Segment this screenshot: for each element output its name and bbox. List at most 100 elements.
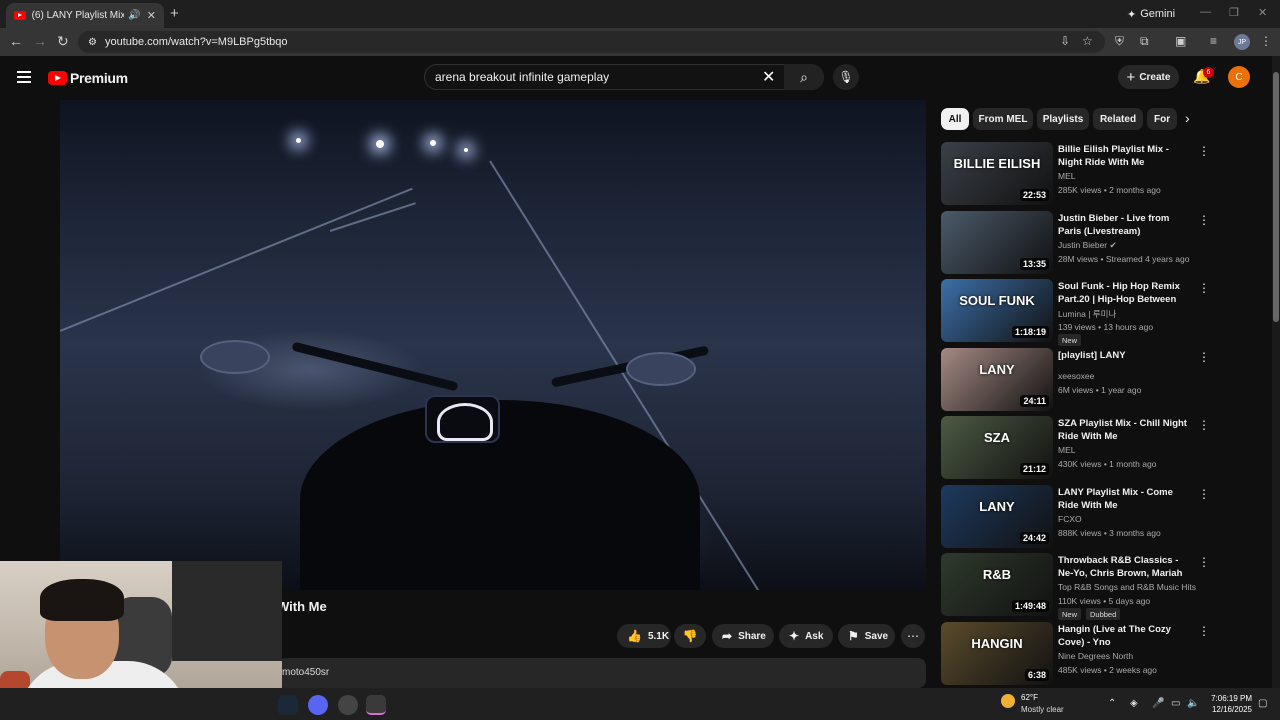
mic-tray-icon[interactable]: 🎤 — [1152, 698, 1164, 709]
recommendation-title[interactable]: Justin Bieber - Live from Paris (Livestr… — [1058, 212, 1193, 238]
extensions-puzzle-icon[interactable]: ⧉ — [1140, 34, 1149, 49]
weather-moon-icon[interactable] — [1001, 694, 1015, 708]
dislike-button[interactable]: 👎 — [674, 624, 706, 648]
like-button[interactable]: 👍 5.1K — [617, 624, 671, 648]
duration-badge: 24:11 — [1020, 395, 1049, 407]
speaker-icon[interactable]: 🔊 — [128, 10, 140, 21]
road-marking — [60, 187, 413, 332]
recommendation-title[interactable]: SZA Playlist Mix - Chill Night Ride With… — [1058, 417, 1193, 443]
shield-extension-icon[interactable]: ⛨ — [1115, 34, 1124, 49]
forward-icon[interactable]: → — [33, 33, 47, 49]
recommendation-title[interactable]: LANY Playlist Mix - Come Ride With Me — [1058, 486, 1193, 512]
bookmark-star-icon[interactable]: ☆ — [1082, 34, 1093, 48]
channel-name[interactable]: MEL — [1058, 171, 1075, 181]
channel-name[interactable]: Top R&B Songs and R&B Music Hits — [1058, 582, 1196, 592]
share-button[interactable]: ➦ Share — [712, 624, 774, 648]
video-thumbnail[interactable]: 13:35 — [941, 211, 1053, 274]
clear-search-icon[interactable]: ✕ — [762, 67, 775, 87]
recommendation-title[interactable]: Throwback R&B Classics - Ne-Yo, Chris Br… — [1058, 554, 1193, 580]
recommendation-card[interactable]: 13:35 Justin Bieber - Live from Paris (Li… — [941, 211, 1210, 275]
window-close-icon[interactable]: ✕ — [1258, 6, 1267, 19]
app-taskbar-icon[interactable] — [338, 695, 358, 715]
recommendation-title[interactable]: [playlist] LANY — [1058, 349, 1193, 362]
save-button[interactable]: ⚑ Save — [838, 624, 895, 648]
tray-app-icon[interactable]: ◈ — [1130, 698, 1138, 709]
back-icon[interactable]: ← — [9, 33, 23, 49]
tab-close-icon[interactable]: ✕ — [147, 9, 156, 22]
more-vertical-icon[interactable]: ⋮ — [1198, 418, 1210, 432]
more-vertical-icon[interactable]: ⋮ — [1198, 281, 1210, 295]
more-vertical-icon[interactable]: ⋮ — [1198, 487, 1210, 501]
recommendation-card[interactable]: SOUL FUNK 1:18:19 Soul Funk - Hip Hop Remi… — [941, 279, 1210, 346]
more-vertical-icon[interactable]: ⋮ — [1198, 555, 1210, 569]
notification-center-icon[interactable]: ▢ — [1258, 698, 1267, 709]
channel-name[interactable]: xeesoxee — [1058, 371, 1094, 381]
install-app-icon[interactable]: ⇩ — [1060, 34, 1070, 48]
channel-name[interactable]: Justin Bieber ✔ — [1058, 240, 1117, 251]
channel-name[interactable]: MEL — [1058, 445, 1075, 455]
restore-icon[interactable]: ❐ — [1229, 6, 1239, 19]
more-vertical-icon[interactable]: ⋮ — [1198, 144, 1210, 158]
create-button[interactable]: + Create — [1118, 65, 1179, 89]
reload-icon[interactable]: ↻ — [57, 33, 69, 50]
chip-for-you[interactable]: For — [1147, 108, 1177, 130]
more-vertical-icon[interactable]: ⋮ — [1198, 624, 1210, 638]
channel-name[interactable]: Lumina | 루미나 — [1058, 308, 1116, 320]
description-box[interactable] — [277, 658, 926, 688]
chip-all[interactable]: All — [941, 108, 969, 130]
media-control-icon[interactable]: ≡ — [1210, 34, 1217, 48]
minimize-icon[interactable]: — — [1200, 6, 1211, 18]
url-text: youtube.com/watch?v=M9LBPg5tbqo — [104, 36, 288, 48]
recommendation-card[interactable]: R&B 1:49:48 Throwback R&B Classics - Ne-Yo… — [941, 553, 1210, 620]
recommendation-card[interactable]: BILLIE EILISH 22:53 Billie Eilish Playlist… — [941, 142, 1210, 206]
ask-button[interactable]: ✦ Ask — [779, 624, 833, 648]
tray-chevron-icon[interactable]: ⌃ — [1108, 698, 1116, 709]
recommendation-card[interactable]: HANGIN 6:38 Hangin (Live at The Cozy Cove)… — [941, 622, 1210, 686]
tab-search-icon[interactable]: ▣ — [1175, 34, 1186, 48]
account-avatar[interactable]: C — [1228, 66, 1250, 88]
gemini-button[interactable]: ✦ Gemini — [1119, 4, 1183, 24]
system-clock[interactable]: 7:06:19 PM 12/16/2025 — [1206, 693, 1252, 715]
browser-profile-avatar[interactable]: JP — [1234, 34, 1250, 50]
recommendation-card[interactable]: SZA 21:12 SZA Playlist Mix - Chill Night R… — [941, 416, 1210, 480]
video-thumbnail[interactable]: SZA 21:12 — [941, 416, 1053, 479]
video-thumbnail[interactable]: BILLIE EILISH 22:53 — [941, 142, 1053, 205]
scrollbar-thumb[interactable] — [1273, 72, 1279, 322]
channel-name[interactable]: FCXO — [1058, 514, 1082, 524]
recommendation-title[interactable]: Billie Eilish Playlist Mix - Night Ride … — [1058, 143, 1193, 169]
recommendation-card[interactable]: LANY 24:11 [playlist] LANY xeesoxee 6M views… — [941, 348, 1210, 412]
voice-search-button[interactable]: 🎙 — [833, 64, 859, 90]
recommendation-title[interactable]: Hangin (Live at The Cozy Cove) - Yno — [1058, 623, 1193, 649]
network-icon[interactable]: ▭ — [1171, 698, 1180, 709]
channel-name[interactable]: Nine Degrees North — [1058, 651, 1133, 661]
more-vertical-icon[interactable]: ⋮ — [1198, 213, 1210, 227]
recommendation-title[interactable]: Soul Funk - Hip Hop Remix Part.20 | Hip-… — [1058, 280, 1193, 306]
site-info-icon[interactable]: ⚙ — [88, 37, 97, 48]
view-meta: 110K views • 5 days ago — [1058, 596, 1151, 606]
oncoming-headlight — [296, 138, 301, 143]
video-thumbnail[interactable]: HANGIN 6:38 — [941, 622, 1053, 685]
chip-playlists[interactable]: Playlists — [1037, 108, 1089, 130]
browser-menu-icon[interactable]: ⋮ — [1260, 34, 1272, 48]
new-tab-button[interactable]: + — [170, 5, 179, 22]
video-thumbnail[interactable]: SOUL FUNK 1:18:19 — [941, 279, 1053, 342]
search-button[interactable]: ⌕ — [784, 64, 824, 90]
video-thumbnail[interactable]: LANY 24:42 — [941, 485, 1053, 548]
more-actions-button[interactable]: ⋯ — [901, 624, 925, 648]
steam-active-taskbar-icon[interactable] — [366, 695, 386, 715]
hamburger-menu-icon[interactable] — [17, 71, 31, 83]
chip-related[interactable]: Related — [1093, 108, 1143, 130]
volume-icon[interactable]: 🔈 — [1187, 698, 1199, 709]
discord-taskbar-icon[interactable] — [308, 695, 328, 715]
video-player[interactable] — [60, 100, 926, 590]
video-thumbnail[interactable]: R&B 1:49:48 — [941, 553, 1053, 616]
chip-from-mel[interactable]: From MEL — [973, 108, 1033, 130]
browser-tab[interactable]: (6) LANY Playlist Mix - Chill 🔊 ✕ — [6, 3, 164, 28]
video-thumbnail[interactable]: LANY 24:11 — [941, 348, 1053, 411]
address-bar[interactable]: ⚙ youtube.com/watch?v=M9LBPg5tbqo — [78, 31, 1105, 53]
chevron-right-icon[interactable]: › — [1185, 110, 1190, 126]
steam-taskbar-icon[interactable] — [278, 695, 298, 715]
recommendation-card[interactable]: LANY 24:42 LANY Playlist Mix - Come Ride W… — [941, 485, 1210, 549]
more-vertical-icon[interactable]: ⋮ — [1198, 350, 1210, 364]
youtube-logo[interactable]: Premium — [48, 70, 128, 86]
